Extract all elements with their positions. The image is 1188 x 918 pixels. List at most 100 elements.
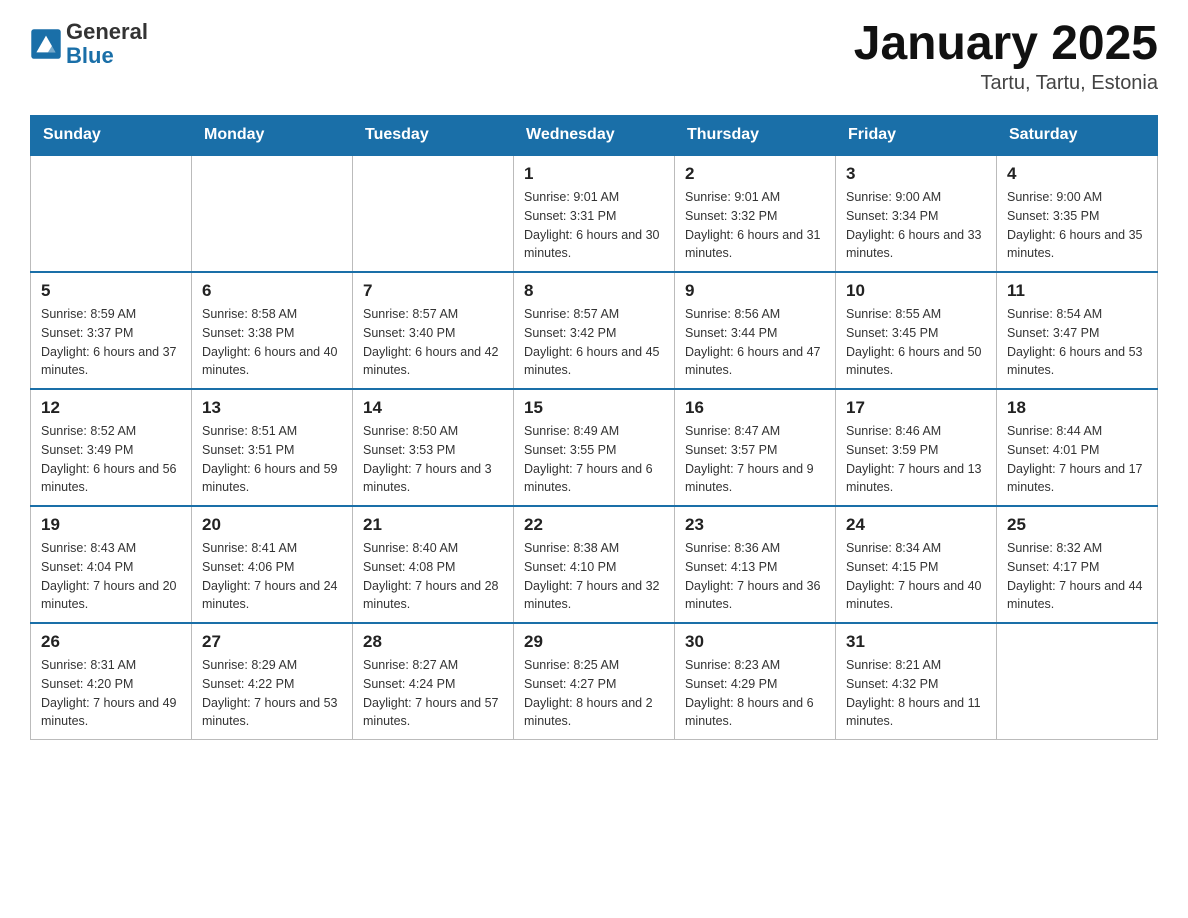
calendar-day-cell: 15 Sunrise: 8:49 AM Sunset: 3:55 PM Dayli… [514,389,675,506]
calendar-day-cell: 23Sunrise: 8:36 AM Sunset: 4:13 PM Dayli… [675,506,836,623]
day-number: 6 [202,281,342,301]
calendar-day-cell [997,623,1158,740]
day-info: Sunrise: 9:01 AM Sunset: 3:31 PM Dayligh… [524,188,664,263]
calendar-day-cell: 17 Sunrise: 8:46 AM Sunset: 3:59 PM Dayli… [836,389,997,506]
day-number: 19 [41,515,181,535]
calendar-day-cell: 2Sunrise: 9:01 AM Sunset: 3:32 PM Daylig… [675,155,836,272]
calendar-day-cell: 30 Sunrise: 8:23 AM Sunset: 4:29 PM Dayli… [675,623,836,740]
day-number: 14 [363,398,503,418]
day-number: 31 [846,632,986,652]
day-number: 18 [1007,398,1147,418]
calendar-day-cell: 14Sunrise: 8:50 AM Sunset: 3:53 PM Dayli… [353,389,514,506]
day-number: 22 [524,515,664,535]
calendar-week-row: 5 Sunrise: 8:59 AM Sunset: 3:37 PM Daylig… [31,272,1158,389]
day-number: 4 [1007,164,1147,184]
day-info: Sunrise: 8:58 AM Sunset: 3:38 PM Dayligh… [202,305,342,380]
day-of-week-header: Tuesday [353,116,514,156]
day-info: Sunrise: 8:57 AM Sunset: 3:40 PM Dayligh… [363,305,503,380]
calendar-day-cell: 31 Sunrise: 8:21 AM Sunset: 4:32 PM Dayli… [836,623,997,740]
day-info: Sunrise: 8:23 AM Sunset: 4:29 PM Dayligh… [685,656,825,731]
calendar-day-cell [31,155,192,272]
day-number: 8 [524,281,664,301]
day-info: Sunrise: 8:29 AM Sunset: 4:22 PM Dayligh… [202,656,342,731]
day-info: Sunrise: 9:00 AM Sunset: 3:34 PM Dayligh… [846,188,986,263]
title-block: January 2025 Tartu, Tartu, Estonia [854,20,1158,95]
day-info: Sunrise: 8:27 AM Sunset: 4:24 PM Dayligh… [363,656,503,731]
day-number: 17 [846,398,986,418]
day-of-week-header: Saturday [997,116,1158,156]
day-info: Sunrise: 8:59 AM Sunset: 3:37 PM Dayligh… [41,305,181,380]
calendar-week-row: 12 Sunrise: 8:52 AM Sunset: 3:49 PM Dayli… [31,389,1158,506]
day-number: 30 [685,632,825,652]
day-info: Sunrise: 8:47 AM Sunset: 3:57 PM Dayligh… [685,422,825,497]
day-number: 25 [1007,515,1147,535]
calendar-day-cell: 10Sunrise: 8:55 AM Sunset: 3:45 PM Dayli… [836,272,997,389]
day-info: Sunrise: 8:25 AM Sunset: 4:27 PM Dayligh… [524,656,664,731]
day-number: 26 [41,632,181,652]
day-number: 9 [685,281,825,301]
day-number: 21 [363,515,503,535]
calendar-week-row: 26 Sunrise: 8:31 AM Sunset: 4:20 PM Dayli… [31,623,1158,740]
day-number: 2 [685,164,825,184]
calendar-day-cell: 4 Sunrise: 9:00 AM Sunset: 3:35 PM Daylig… [997,155,1158,272]
day-info: Sunrise: 8:57 AM Sunset: 3:42 PM Dayligh… [524,305,664,380]
day-info: Sunrise: 8:40 AM Sunset: 4:08 PM Dayligh… [363,539,503,614]
day-info: Sunrise: 8:36 AM Sunset: 4:13 PM Dayligh… [685,539,825,614]
day-number: 24 [846,515,986,535]
day-info: Sunrise: 8:41 AM Sunset: 4:06 PM Dayligh… [202,539,342,614]
month-title: January 2025 [854,20,1158,68]
day-info: Sunrise: 8:31 AM Sunset: 4:20 PM Dayligh… [41,656,181,731]
calendar-day-cell: 13 Sunrise: 8:51 AM Sunset: 3:51 PM Dayli… [192,389,353,506]
calendar-week-row: 19 Sunrise: 8:43 AM Sunset: 4:04 PM Dayli… [31,506,1158,623]
day-info: Sunrise: 8:43 AM Sunset: 4:04 PM Dayligh… [41,539,181,614]
calendar-day-cell: 9 Sunrise: 8:56 AM Sunset: 3:44 PM Daylig… [675,272,836,389]
calendar-day-cell: 16Sunrise: 8:47 AM Sunset: 3:57 PM Dayli… [675,389,836,506]
calendar-day-cell: 18Sunrise: 8:44 AM Sunset: 4:01 PM Dayli… [997,389,1158,506]
calendar-day-cell: 11 Sunrise: 8:54 AM Sunset: 3:47 PM Dayli… [997,272,1158,389]
calendar-day-cell: 12 Sunrise: 8:52 AM Sunset: 3:49 PM Dayli… [31,389,192,506]
calendar-day-cell: 27Sunrise: 8:29 AM Sunset: 4:22 PM Dayli… [192,623,353,740]
day-number: 29 [524,632,664,652]
calendar-day-cell: 26 Sunrise: 8:31 AM Sunset: 4:20 PM Dayli… [31,623,192,740]
day-number: 1 [524,164,664,184]
day-info: Sunrise: 8:52 AM Sunset: 3:49 PM Dayligh… [41,422,181,497]
calendar-table: SundayMondayTuesdayWednesdayThursdayFrid… [30,115,1158,740]
day-number: 5 [41,281,181,301]
day-info: Sunrise: 8:54 AM Sunset: 3:47 PM Dayligh… [1007,305,1147,380]
calendar-day-cell: 21 Sunrise: 8:40 AM Sunset: 4:08 PM Dayli… [353,506,514,623]
page-header: General Blue January 2025 Tartu, Tartu, … [30,20,1158,95]
calendar-day-cell: 24 Sunrise: 8:34 AM Sunset: 4:15 PM Dayli… [836,506,997,623]
calendar-day-cell: 29 Sunrise: 8:25 AM Sunset: 4:27 PM Dayli… [514,623,675,740]
day-number: 20 [202,515,342,535]
logo: General Blue [30,20,148,68]
calendar-day-cell: 22 Sunrise: 8:38 AM Sunset: 4:10 PM Dayli… [514,506,675,623]
day-info: Sunrise: 9:00 AM Sunset: 3:35 PM Dayligh… [1007,188,1147,263]
day-of-week-header: Sunday [31,116,192,156]
logo-blue: Blue [66,44,148,68]
day-number: 12 [41,398,181,418]
day-info: Sunrise: 8:21 AM Sunset: 4:32 PM Dayligh… [846,656,986,731]
calendar-week-row: 1 Sunrise: 9:01 AM Sunset: 3:31 PM Daylig… [31,155,1158,272]
day-info: Sunrise: 8:46 AM Sunset: 3:59 PM Dayligh… [846,422,986,497]
day-info: Sunrise: 8:34 AM Sunset: 4:15 PM Dayligh… [846,539,986,614]
day-info: Sunrise: 8:55 AM Sunset: 3:45 PM Dayligh… [846,305,986,380]
day-number: 3 [846,164,986,184]
logo-general: General [66,20,148,44]
day-info: Sunrise: 8:32 AM Sunset: 4:17 PM Dayligh… [1007,539,1147,614]
calendar-day-cell: 3 Sunrise: 9:00 AM Sunset: 3:34 PM Daylig… [836,155,997,272]
day-info: Sunrise: 8:38 AM Sunset: 4:10 PM Dayligh… [524,539,664,614]
day-info: Sunrise: 8:49 AM Sunset: 3:55 PM Dayligh… [524,422,664,497]
calendar-day-cell: 8 Sunrise: 8:57 AM Sunset: 3:42 PM Daylig… [514,272,675,389]
day-number: 11 [1007,281,1147,301]
day-number: 28 [363,632,503,652]
day-info: Sunrise: 8:56 AM Sunset: 3:44 PM Dayligh… [685,305,825,380]
day-number: 15 [524,398,664,418]
calendar-day-cell [353,155,514,272]
calendar-day-cell: 20 Sunrise: 8:41 AM Sunset: 4:06 PM Dayli… [192,506,353,623]
calendar-day-cell: 1 Sunrise: 9:01 AM Sunset: 3:31 PM Daylig… [514,155,675,272]
day-number: 13 [202,398,342,418]
day-of-week-header: Thursday [675,116,836,156]
day-info: Sunrise: 8:51 AM Sunset: 3:51 PM Dayligh… [202,422,342,497]
calendar-day-cell: 7Sunrise: 8:57 AM Sunset: 3:40 PM Daylig… [353,272,514,389]
calendar-day-cell: 6 Sunrise: 8:58 AM Sunset: 3:38 PM Daylig… [192,272,353,389]
